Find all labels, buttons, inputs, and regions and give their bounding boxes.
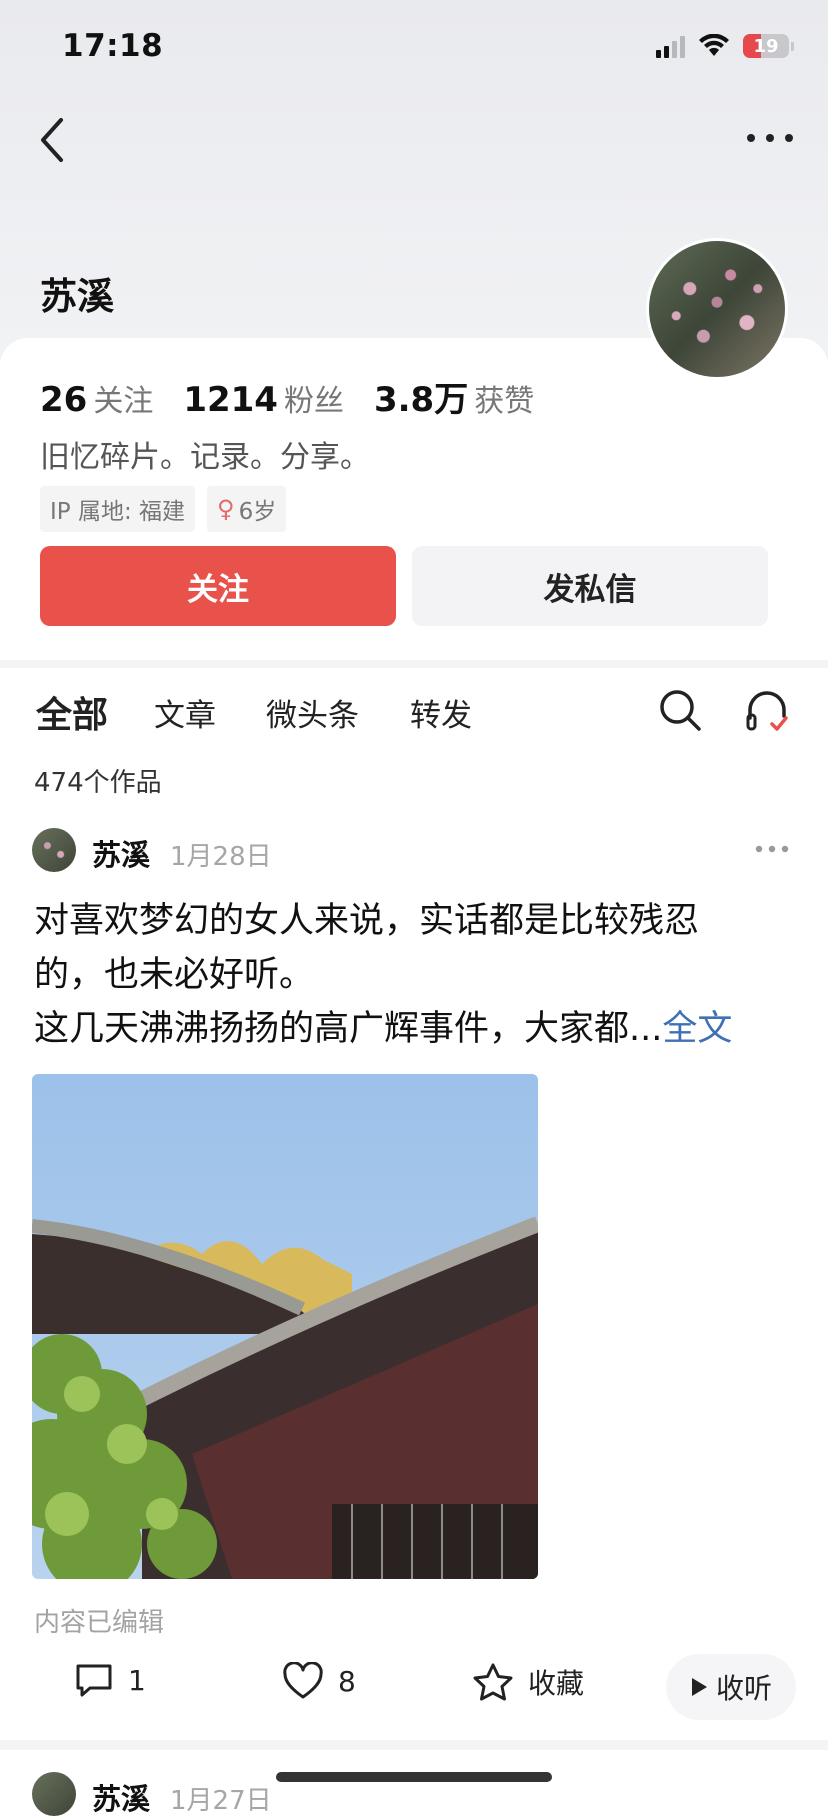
gender-age-tag: ♀ 6岁: [207, 486, 287, 532]
wifi-icon: [699, 34, 729, 56]
profile-stats: 26 关注 1214 粉丝 3.8万 获赞: [40, 372, 564, 421]
profile-card: 26 关注 1214 粉丝 3.8万 获赞 旧忆碎片。记录。分享。 IP 属地:…: [0, 338, 828, 660]
chevron-left-icon: [41, 118, 63, 162]
post-divider: [0, 1740, 828, 1750]
tab-articles[interactable]: 文章: [154, 690, 216, 735]
comment-button[interactable]: 1: [74, 1662, 146, 1698]
post-author-name[interactable]: 苏溪: [92, 832, 150, 874]
status-icons: 19: [656, 34, 794, 58]
listen-button[interactable]: 收听: [666, 1654, 796, 1720]
female-icon: ♀: [217, 495, 235, 523]
stat-followers-count: 1214: [183, 380, 278, 420]
tab-micro-posts[interactable]: 微头条: [266, 690, 359, 735]
message-button[interactable]: 发私信: [412, 546, 768, 626]
comment-count: 1: [128, 1663, 146, 1697]
temple-roof-photo: [32, 1074, 538, 1579]
cellular-signal-icon: [656, 34, 685, 58]
profile-bio: 旧忆碎片。记录。分享。: [40, 440, 370, 475]
post-image[interactable]: [32, 1074, 538, 1579]
profile-avatar[interactable]: [646, 238, 788, 380]
status-time: 17:18: [62, 28, 164, 64]
next-post-author-avatar[interactable]: [32, 1772, 76, 1816]
star-icon: [473, 1663, 513, 1701]
heart-icon: [283, 1662, 323, 1699]
favorite-label: 收藏: [528, 1667, 585, 1700]
comment-icon: [76, 1664, 112, 1697]
favorite-button[interactable]: 收藏: [472, 1662, 584, 1702]
tab-all[interactable]: 全部: [36, 686, 108, 738]
battery-icon: 19: [743, 34, 789, 58]
more-button[interactable]: [742, 118, 798, 158]
battery-tip: [791, 41, 794, 51]
post-text[interactable]: 对喜欢梦幻的女人来说，实话都是比较残忍 的，也未必好听。 这几天沸沸扬扬的高广辉…: [34, 894, 794, 1056]
profile-tags: IP 属地: 福建 ♀ 6岁: [40, 486, 287, 532]
stat-following-label: 关注: [93, 384, 154, 419]
follow-button[interactable]: 关注: [40, 546, 396, 626]
like-count: 8: [338, 1664, 356, 1698]
section-divider: [0, 660, 828, 668]
post-author-avatar[interactable]: [32, 828, 76, 872]
profile-name: 苏溪: [40, 275, 114, 318]
stat-following[interactable]: 26 关注: [40, 376, 153, 420]
like-button[interactable]: 8: [282, 1662, 356, 1700]
battery-level: 19: [753, 35, 779, 57]
search-icon[interactable]: [658, 688, 702, 732]
stat-likes[interactable]: 3.8万 获赞: [374, 372, 534, 421]
read-more-link[interactable]: 全文: [662, 1009, 732, 1049]
stat-followers-label: 粉丝: [283, 384, 344, 419]
stat-following-count: 26: [40, 380, 88, 420]
play-icon: [691, 1678, 707, 1696]
content-tabs: 全部 文章 微头条 转发: [0, 668, 828, 758]
stat-likes-label: 获赞: [474, 384, 535, 419]
works-count: 474个作品: [34, 768, 162, 798]
age-label: 6岁: [238, 499, 277, 525]
post-header: 苏溪 1月28日: [32, 828, 798, 878]
more-horizontal-icon: [747, 134, 793, 142]
listen-label: 收听: [715, 1672, 772, 1705]
post-actions: 1 8 收藏 收听: [0, 1654, 828, 1724]
more-horizontal-icon: [755, 845, 789, 853]
post-more-button[interactable]: [752, 834, 792, 864]
ip-location-tag: IP 属地: 福建: [40, 486, 196, 532]
post-text-line: 对喜欢梦幻的女人来说，实话都是比较残忍: [34, 901, 700, 941]
stat-followers[interactable]: 1214 粉丝: [183, 376, 344, 420]
stat-likes-count: 3.8万: [373, 380, 469, 420]
headphones-icon[interactable]: [744, 688, 790, 734]
post-text-line: 这几天沸沸扬扬的高广辉事件，大家都...全文: [34, 1002, 794, 1056]
post-text-line: 的，也未必好听。: [34, 955, 315, 995]
profile-actions: 关注 发私信: [40, 546, 768, 626]
post-text-excerpt: 这几天沸沸扬扬的高广辉事件，大家都...: [34, 1009, 663, 1049]
back-button[interactable]: [28, 112, 76, 168]
edited-note: 内容已编辑: [34, 1608, 165, 1638]
home-indicator[interactable]: [276, 1772, 552, 1782]
post-date: 1月28日: [170, 842, 272, 872]
next-post-author-name[interactable]: 苏溪: [92, 1776, 150, 1818]
next-post-date: 1月27日: [170, 1786, 272, 1816]
tab-reposts[interactable]: 转发: [410, 690, 472, 735]
